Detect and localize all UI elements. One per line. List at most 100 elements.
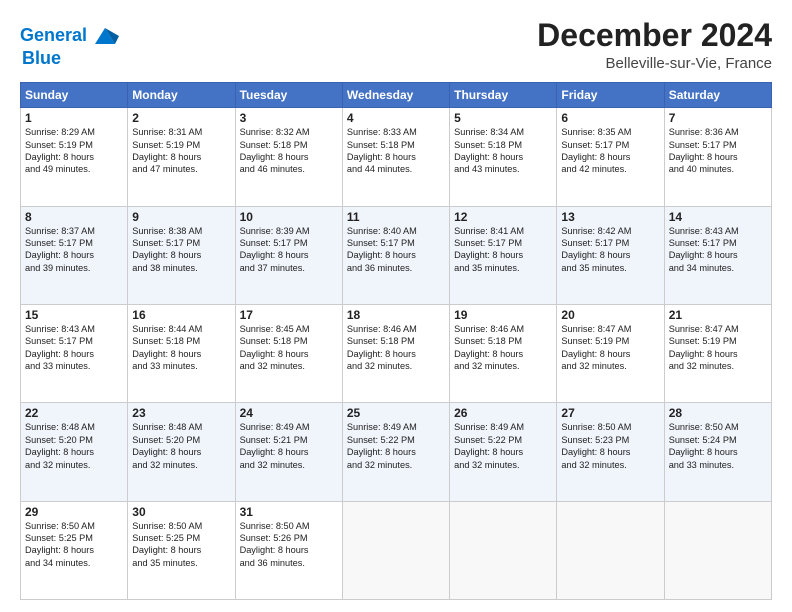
day-detail: Sunrise: 8:50 AM <box>132 520 230 532</box>
day-detail: and 35 minutes. <box>132 557 230 569</box>
day-detail: Sunrise: 8:50 AM <box>669 421 767 433</box>
day-detail: Sunrise: 8:43 AM <box>25 323 123 335</box>
day-detail: Sunset: 5:17 PM <box>561 139 659 151</box>
day-detail: Sunrise: 8:37 AM <box>25 225 123 237</box>
day-detail: and 32 minutes. <box>347 459 445 471</box>
day-detail: Daylight: 8 hours <box>132 446 230 458</box>
day-detail: Daylight: 8 hours <box>347 348 445 360</box>
day-detail: and 32 minutes. <box>454 459 552 471</box>
header: General Blue December 2024 Belleville-su… <box>20 18 772 72</box>
day-number: 10 <box>240 210 338 224</box>
day-number: 21 <box>669 308 767 322</box>
day-detail: and 32 minutes. <box>25 459 123 471</box>
day-number: 26 <box>454 406 552 420</box>
day-detail: and 44 minutes. <box>347 163 445 175</box>
table-row: 19Sunrise: 8:46 AMSunset: 5:18 PMDayligh… <box>450 304 557 402</box>
day-detail: Sunrise: 8:32 AM <box>240 126 338 138</box>
day-detail: Sunset: 5:24 PM <box>669 434 767 446</box>
day-detail: Sunrise: 8:33 AM <box>347 126 445 138</box>
day-detail: Sunset: 5:17 PM <box>25 237 123 249</box>
table-row: 21Sunrise: 8:47 AMSunset: 5:19 PMDayligh… <box>664 304 771 402</box>
table-row: 1Sunrise: 8:29 AMSunset: 5:19 PMDaylight… <box>21 108 128 206</box>
day-detail: Daylight: 8 hours <box>347 249 445 261</box>
day-detail: and 42 minutes. <box>561 163 659 175</box>
day-detail: and 47 minutes. <box>132 163 230 175</box>
day-detail: Sunset: 5:21 PM <box>240 434 338 446</box>
calendar-week-row: 15Sunrise: 8:43 AMSunset: 5:17 PMDayligh… <box>21 304 772 402</box>
day-detail: and 32 minutes. <box>454 360 552 372</box>
day-detail: Sunset: 5:19 PM <box>669 335 767 347</box>
day-detail: Daylight: 8 hours <box>561 446 659 458</box>
day-detail: Sunset: 5:17 PM <box>669 237 767 249</box>
day-detail: and 32 minutes. <box>347 360 445 372</box>
logo-blue: Blue <box>22 48 61 69</box>
day-number: 11 <box>347 210 445 224</box>
day-detail: Sunrise: 8:39 AM <box>240 225 338 237</box>
day-number: 18 <box>347 308 445 322</box>
day-detail: Sunset: 5:17 PM <box>132 237 230 249</box>
day-detail: Daylight: 8 hours <box>347 151 445 163</box>
day-detail: and 32 minutes. <box>240 360 338 372</box>
table-row: 23Sunrise: 8:48 AMSunset: 5:20 PMDayligh… <box>128 403 235 501</box>
day-detail: and 33 minutes. <box>669 459 767 471</box>
day-detail: Daylight: 8 hours <box>25 446 123 458</box>
day-detail: Sunset: 5:18 PM <box>240 335 338 347</box>
day-number: 6 <box>561 111 659 125</box>
calendar-header-row: Sunday Monday Tuesday Wednesday Thursday… <box>21 83 772 108</box>
day-number: 5 <box>454 111 552 125</box>
title-block: December 2024 Belleville-sur-Vie, France <box>537 18 772 72</box>
day-detail: and 32 minutes. <box>561 459 659 471</box>
day-number: 15 <box>25 308 123 322</box>
table-row: 5Sunrise: 8:34 AMSunset: 5:18 PMDaylight… <box>450 108 557 206</box>
day-detail: Sunset: 5:26 PM <box>240 532 338 544</box>
day-detail: Daylight: 8 hours <box>240 446 338 458</box>
day-number: 23 <box>132 406 230 420</box>
day-detail: Sunrise: 8:48 AM <box>25 421 123 433</box>
day-detail: Sunset: 5:23 PM <box>561 434 659 446</box>
day-detail: Sunrise: 8:49 AM <box>454 421 552 433</box>
table-row: 18Sunrise: 8:46 AMSunset: 5:18 PMDayligh… <box>342 304 449 402</box>
day-detail: Daylight: 8 hours <box>669 348 767 360</box>
day-detail: and 32 minutes. <box>561 360 659 372</box>
day-detail: Sunset: 5:18 PM <box>347 139 445 151</box>
day-detail: Daylight: 8 hours <box>454 151 552 163</box>
day-detail: Sunrise: 8:43 AM <box>669 225 767 237</box>
day-detail: Sunset: 5:18 PM <box>240 139 338 151</box>
table-row <box>557 501 664 599</box>
day-number: 19 <box>454 308 552 322</box>
table-row: 27Sunrise: 8:50 AMSunset: 5:23 PMDayligh… <box>557 403 664 501</box>
day-detail: and 36 minutes. <box>347 262 445 274</box>
day-number: 31 <box>240 505 338 519</box>
day-detail: Daylight: 8 hours <box>561 249 659 261</box>
day-number: 8 <box>25 210 123 224</box>
day-detail: Sunset: 5:18 PM <box>347 335 445 347</box>
table-row: 17Sunrise: 8:45 AMSunset: 5:18 PMDayligh… <box>235 304 342 402</box>
day-detail: Daylight: 8 hours <box>669 446 767 458</box>
calendar-week-row: 29Sunrise: 8:50 AMSunset: 5:25 PMDayligh… <box>21 501 772 599</box>
calendar-week-row: 22Sunrise: 8:48 AMSunset: 5:20 PMDayligh… <box>21 403 772 501</box>
day-detail: Daylight: 8 hours <box>25 249 123 261</box>
day-detail: and 35 minutes. <box>561 262 659 274</box>
table-row: 15Sunrise: 8:43 AMSunset: 5:17 PMDayligh… <box>21 304 128 402</box>
table-row: 9Sunrise: 8:38 AMSunset: 5:17 PMDaylight… <box>128 206 235 304</box>
day-number: 27 <box>561 406 659 420</box>
day-detail: Sunset: 5:25 PM <box>132 532 230 544</box>
day-detail: Daylight: 8 hours <box>240 151 338 163</box>
logo-icon <box>91 22 119 50</box>
table-row: 12Sunrise: 8:41 AMSunset: 5:17 PMDayligh… <box>450 206 557 304</box>
day-number: 20 <box>561 308 659 322</box>
table-row <box>664 501 771 599</box>
day-detail: Daylight: 8 hours <box>132 249 230 261</box>
table-row: 4Sunrise: 8:33 AMSunset: 5:18 PMDaylight… <box>342 108 449 206</box>
day-detail: Daylight: 8 hours <box>240 348 338 360</box>
day-detail: Sunrise: 8:49 AM <box>240 421 338 433</box>
day-detail: Sunset: 5:19 PM <box>561 335 659 347</box>
day-detail: Sunset: 5:17 PM <box>561 237 659 249</box>
day-number: 2 <box>132 111 230 125</box>
day-detail: and 34 minutes. <box>25 557 123 569</box>
day-detail: Sunrise: 8:44 AM <box>132 323 230 335</box>
day-detail: and 32 minutes. <box>240 459 338 471</box>
table-row: 29Sunrise: 8:50 AMSunset: 5:25 PMDayligh… <box>21 501 128 599</box>
day-number: 30 <box>132 505 230 519</box>
day-number: 3 <box>240 111 338 125</box>
